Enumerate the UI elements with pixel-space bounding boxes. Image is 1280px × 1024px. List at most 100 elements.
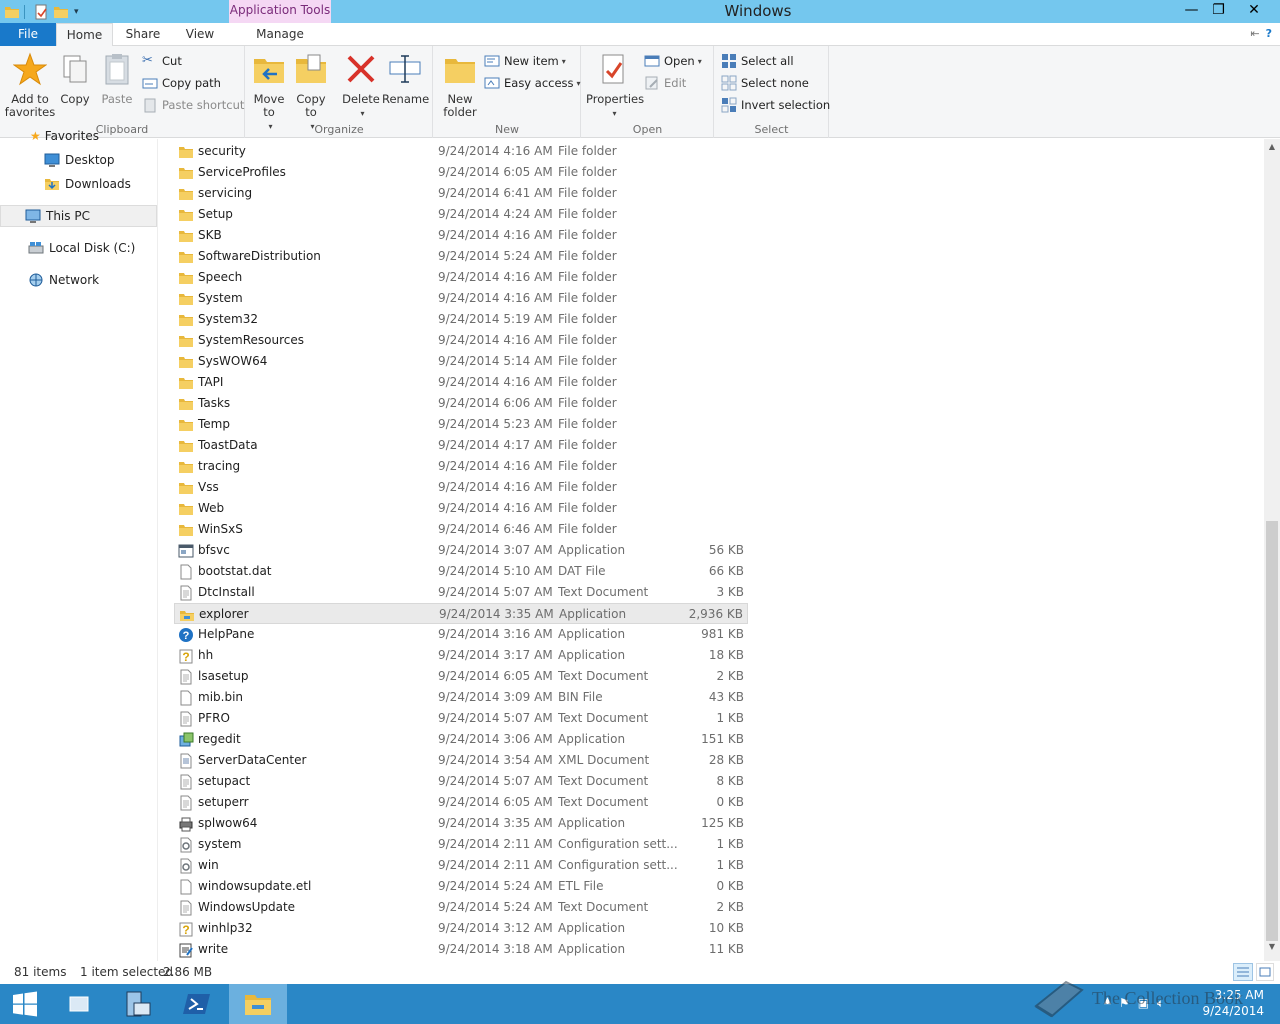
tab-home[interactable]: Home: [56, 23, 113, 47]
properties-button[interactable]: Properties ▾: [586, 50, 644, 120]
volume-icon[interactable]: 🔈︎: [1157, 996, 1164, 1011]
file-row[interactable]: setuperr 9/24/2014 6:05 AM Text Document 0 …: [174, 792, 748, 813]
file-row[interactable]: bootstat.dat 9/24/2014 5:10 AM DAT File 66 …: [174, 561, 748, 582]
file-row[interactable]: windowsupdate.etl 9/24/2014 5:24 AM ETL Fi…: [174, 876, 748, 897]
file-row[interactable]: regedit 9/24/2014 3:06 AM Application 151 K…: [174, 729, 748, 750]
large-icons-view-button[interactable]: [1256, 963, 1274, 981]
open-button[interactable]: Open ▾: [644, 51, 702, 71]
rename-button[interactable]: Rename: [382, 50, 429, 106]
taskbar-file-explorer-button[interactable]: [229, 984, 287, 1024]
details-view-button[interactable]: [1233, 963, 1253, 981]
tab-file[interactable]: File: [0, 23, 56, 46]
scroll-down-arrow-icon[interactable]: ▼: [1264, 939, 1280, 955]
properties-icon[interactable]: [33, 4, 49, 20]
close-button[interactable]: ✕: [1232, 0, 1276, 20]
file-row[interactable]: setupact 9/24/2014 5:07 AM Text Document 8 …: [174, 771, 748, 792]
invert-selection-button[interactable]: Invert selection: [721, 95, 830, 115]
help-icon[interactable]: ?: [1266, 27, 1272, 40]
start-button[interactable]: [0, 984, 50, 1024]
file-row[interactable]: tracing 9/24/2014 4:16 AM File folder: [174, 456, 748, 477]
copy-button[interactable]: Copy: [56, 50, 94, 106]
file-row[interactable]: SystemResources 9/24/2014 4:16 AM File fol…: [174, 330, 748, 351]
select-none-button[interactable]: Select none: [721, 73, 809, 93]
new-item-button[interactable]: New item ▾: [484, 51, 566, 71]
copy-path-button[interactable]: Copy path: [142, 73, 221, 93]
file-row[interactable]: WindowsUpdate 9/24/2014 5:24 AM Text Docum…: [174, 897, 748, 918]
file-row[interactable]: ? HelpPane 9/24/2014 3:16 AM Application 981…: [174, 624, 748, 645]
folder-app-icon[interactable]: [4, 4, 20, 20]
file-row[interactable]: WinSxS 9/24/2014 6:46 AM File folder: [174, 519, 748, 540]
file-row[interactable]: explorer 9/24/2014 3:35 AM Application 2,93…: [174, 603, 748, 624]
nav-item-local-disk[interactable]: Local Disk (C:): [0, 237, 157, 259]
add-to-favorites-button[interactable]: Add to favorites: [4, 50, 56, 119]
file-row[interactable]: Tasks 9/24/2014 6:06 AM File folder: [174, 393, 748, 414]
file-row[interactable]: ? hh 9/24/2014 3:17 AM Application 18 KB: [174, 645, 748, 666]
taskbar-powershell-button[interactable]: [168, 984, 226, 1024]
new-folder-icon[interactable]: [53, 4, 69, 20]
taskbar-task-view-button[interactable]: [50, 984, 108, 1024]
file-row[interactable]: DtcInstall 9/24/2014 5:07 AM Text Document…: [174, 582, 748, 603]
file-row[interactable]: ServiceProfiles 9/24/2014 6:05 AM File fol…: [174, 162, 748, 183]
vertical-scrollbar[interactable]: ▲ ▼: [1264, 139, 1280, 961]
select-all-button[interactable]: Select all: [721, 51, 794, 71]
action-center-flag-icon[interactable]: ⚑: [1119, 996, 1130, 1011]
tab-share[interactable]: Share: [118, 23, 168, 46]
nav-item-downloads[interactable]: Downloads: [0, 173, 157, 195]
file-row[interactable]: Speech 9/24/2014 4:16 AM File folder: [174, 267, 748, 288]
nav-item-desktop[interactable]: Desktop: [0, 149, 157, 171]
network-tray-icon[interactable]: ▣: [1138, 996, 1149, 1011]
file-row[interactable]: System32 9/24/2014 5:19 AM File folder: [174, 309, 748, 330]
file-row[interactable]: ServerDataCenter 9/24/2014 3:54 AM XML Doc…: [174, 750, 748, 771]
cut-button[interactable]: ✂ Cut: [142, 51, 182, 71]
xml-file-icon: [180, 753, 192, 769]
paste-shortcut-button[interactable]: Paste shortcut: [142, 95, 244, 115]
minimize-button[interactable]: —: [1178, 0, 1205, 20]
tab-manage[interactable]: Manage: [229, 23, 331, 46]
nav-favorites[interactable]: ★ Favorites: [30, 129, 187, 143]
file-name: lsasetup: [198, 669, 249, 683]
copy-to-button[interactable]: Copy to ▾: [292, 50, 330, 133]
file-row[interactable]: win 9/24/2014 2:11 AM Configuration sett..…: [174, 855, 748, 876]
taskbar-clock[interactable]: 3:25 AM 9/24/2014: [1202, 987, 1264, 1019]
maximize-button[interactable]: ❐: [1205, 0, 1232, 20]
customize-qat-chevron-icon[interactable]: ▾: [74, 7, 79, 17]
file-row[interactable]: PFRO 9/24/2014 5:07 AM Text Document 1 KB: [174, 708, 748, 729]
nav-item-label: Desktop: [65, 153, 115, 167]
file-row[interactable]: servicing 9/24/2014 6:41 AM File folder: [174, 183, 748, 204]
delete-button[interactable]: Delete ▾: [342, 50, 380, 120]
minimize-ribbon-icon[interactable]: ⇤: [1250, 27, 1259, 40]
file-row[interactable]: splwow64 9/24/2014 3:35 AM Application 125 …: [174, 813, 748, 834]
nav-item-this-pc[interactable]: This PC: [0, 205, 157, 227]
show-hidden-icons-icon[interactable]: ▲: [1104, 996, 1111, 1011]
file-row[interactable]: bfsvc 9/24/2014 3:07 AM Application 56 KB: [174, 540, 748, 561]
move-to-button[interactable]: Move to ▾: [250, 50, 288, 133]
file-row[interactable]: mib.bin 9/24/2014 3:09 AM BIN File 43 KB: [174, 687, 748, 708]
file-row[interactable]: System 9/24/2014 4:16 AM File folder: [174, 288, 748, 309]
tab-view[interactable]: View: [176, 23, 224, 46]
nav-item-network[interactable]: Network: [0, 269, 157, 291]
file-row[interactable]: write 9/24/2014 3:18 AM Application 11 KB: [174, 939, 748, 960]
file-row[interactable]: SoftwareDistribution 9/24/2014 5:24 AM Fil…: [174, 246, 748, 267]
file-row[interactable]: system 9/24/2014 2:11 AM Configuration set…: [174, 834, 748, 855]
file-row[interactable]: TAPI 9/24/2014 4:16 AM File folder: [174, 372, 748, 393]
new-folder-button[interactable]: New folder: [440, 50, 480, 119]
nav-item-label: Network: [49, 273, 100, 287]
file-row[interactable]: Vss 9/24/2014 4:16 AM File folder: [174, 477, 748, 498]
file-row[interactable]: ToastData 9/24/2014 4:17 AM File folder: [174, 435, 748, 456]
file-row[interactable]: Temp 9/24/2014 5:23 AM File folder: [174, 414, 748, 435]
file-row[interactable]: Web 9/24/2014 4:16 AM File folder: [174, 498, 748, 519]
file-row[interactable]: SysWOW64 9/24/2014 5:14 AM File folder: [174, 351, 748, 372]
file-row[interactable]: lsasetup 9/24/2014 6:05 AM Text Document 2 …: [174, 666, 748, 687]
easy-access-button[interactable]: Easy access ▾: [484, 73, 581, 93]
file-row[interactable]: ? winhlp32 9/24/2014 3:12 AM Application 10 …: [174, 918, 748, 939]
drive-icon: [28, 242, 44, 254]
file-row[interactable]: Setup 9/24/2014 4:24 AM File folder: [174, 204, 748, 225]
edit-button[interactable]: Edit: [644, 73, 686, 93]
file-date-modified: 9/24/2014 4:16 AM: [438, 228, 553, 242]
file-row[interactable]: security 9/24/2014 4:16 AM File folder: [174, 141, 748, 162]
paste-button[interactable]: Paste: [97, 50, 137, 106]
scroll-up-arrow-icon[interactable]: ▲: [1264, 139, 1280, 155]
file-row[interactable]: SKB 9/24/2014 4:16 AM File folder: [174, 225, 748, 246]
scrollbar-thumb[interactable]: [1266, 521, 1278, 941]
taskbar-server-manager-button[interactable]: [108, 984, 166, 1024]
